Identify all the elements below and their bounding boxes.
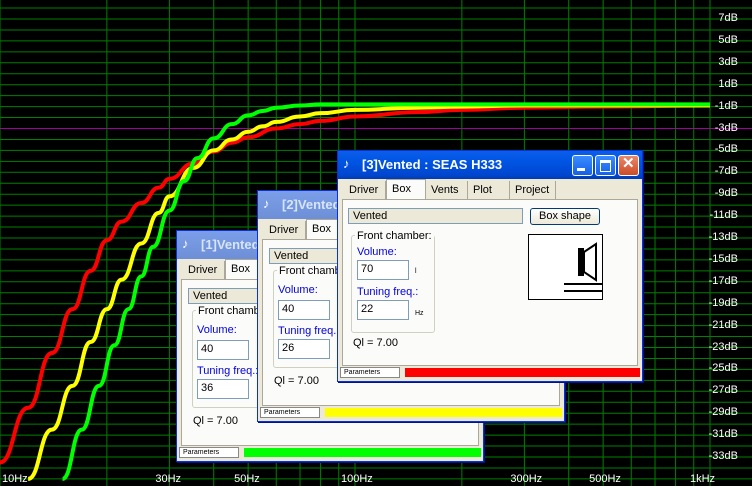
close-button[interactable]: ✕ xyxy=(618,155,639,176)
tab-box[interactable]: Box xyxy=(306,219,340,239)
minimize-button[interactable] xyxy=(572,155,593,176)
ql-value: Ql = 7.00 xyxy=(193,415,238,427)
speaker-icon: ♪ xyxy=(182,236,189,251)
tuning-freq-label: Tuning freq.: xyxy=(357,286,419,298)
y-tick-label: -11dB xyxy=(709,209,738,222)
volume-input[interactable]: 70 xyxy=(357,260,409,280)
window-3-title: [3]Vented : SEAS H333 xyxy=(362,157,503,172)
ql-value: Ql = 7.00 xyxy=(353,337,398,349)
y-tick-label: -23dB xyxy=(708,340,738,353)
speaker-icon: ♪ xyxy=(343,156,350,171)
tab-driver[interactable]: Driver xyxy=(264,221,306,239)
window-3-tabs: Driver Box Vents Plot Project xyxy=(342,179,638,199)
parameters-label: Parameters xyxy=(340,367,400,378)
y-tick-label: -33dB xyxy=(708,450,738,462)
maximize-button[interactable] xyxy=(595,155,616,176)
y-tick-label: -17dB xyxy=(708,274,738,287)
volume-label: Volume: xyxy=(197,324,237,336)
tab-vents[interactable]: Vents xyxy=(426,181,468,199)
x-tick-label: 500Hz xyxy=(589,473,621,485)
y-tick-label: -25dB xyxy=(708,362,738,375)
volume-input[interactable]: 40 xyxy=(197,340,249,360)
window-2-statusbar: Parameters xyxy=(260,407,562,418)
window-3-titlebar[interactable]: ♪ [3]Vented : SEAS H333 ✕ xyxy=(338,151,642,179)
x-tick-label: 10Hz xyxy=(2,473,28,485)
y-tick-label: -15dB xyxy=(708,252,738,265)
x-tick-label: 300Hz xyxy=(510,473,543,485)
volume-label: Volume: xyxy=(278,284,318,296)
window-3-box-panel: Vented Box shape Front chamber: Volume: … xyxy=(342,199,638,366)
y-tick-label: -19dB xyxy=(708,296,738,309)
y-tick-label: -1dB xyxy=(714,99,738,112)
tab-box[interactable]: Box xyxy=(225,259,259,279)
tab-box[interactable]: Box xyxy=(386,179,426,199)
y-tick-label: -31dB xyxy=(708,428,738,441)
volume-input[interactable]: 40 xyxy=(278,300,330,320)
y-tick-label: 5dB xyxy=(718,33,738,46)
tab-plot[interactable]: Plot xyxy=(468,181,510,199)
maximize-icon xyxy=(600,160,611,172)
tuning-freq-input[interactable]: 26 xyxy=(278,339,330,359)
y-tick-label: 7dB xyxy=(718,12,738,24)
front-chamber-label: Front chamber: xyxy=(196,305,262,317)
volume-unit: l xyxy=(415,268,417,275)
curve-color-bar xyxy=(325,408,562,417)
curve-color-bar xyxy=(244,448,481,457)
y-tick-label: -13dB xyxy=(708,231,738,243)
y-tick-label: 1dB xyxy=(718,77,738,90)
tuning-freq-label: Tuning freq.: xyxy=(197,365,259,377)
y-tick-label: -7dB xyxy=(714,165,738,178)
y-tick-label: -5dB xyxy=(714,143,738,156)
enclosure-type-field: Vented xyxy=(348,208,523,224)
y-tick-label: -3dB xyxy=(714,121,738,134)
tab-driver[interactable]: Driver xyxy=(183,261,225,279)
volume-label: Volume: xyxy=(357,246,397,258)
y-tick-label: -21dB xyxy=(708,318,738,331)
window-3-vented[interactable]: ♪ [3]Vented : SEAS H333 ✕ Driver Box Ven… xyxy=(337,150,643,382)
x-tick-label: 100Hz xyxy=(341,473,373,485)
front-chamber-label: Front chamber: xyxy=(355,230,434,242)
parameters-label: Parameters xyxy=(260,407,320,418)
tab-project[interactable]: Project xyxy=(510,181,556,199)
y-tick-label: -29dB xyxy=(708,406,738,419)
x-tick-label: 50Hz xyxy=(234,473,260,485)
close-icon: ✕ xyxy=(622,155,635,172)
window-3-statusbar: Parameters xyxy=(340,367,640,378)
y-tick-label: -9dB xyxy=(714,187,738,200)
minimize-icon xyxy=(577,168,585,171)
tuning-freq-label: Tuning freq.: xyxy=(278,325,340,337)
parameters-label: Parameters xyxy=(179,447,239,458)
tab-driver[interactable]: Driver xyxy=(344,181,386,199)
speaker-icon: ♪ xyxy=(263,196,270,211)
tuning-freq-unit: Hz xyxy=(415,310,424,317)
box-shape-button[interactable]: Box shape xyxy=(530,208,600,225)
y-tick-label: 3dB xyxy=(718,55,738,68)
front-chamber-label: Front chamber: xyxy=(277,265,343,277)
ql-value: Ql = 7.00 xyxy=(274,375,319,387)
box-shape-diagram xyxy=(528,234,603,300)
x-tick-label: 30Hz xyxy=(155,473,182,485)
tuning-freq-input[interactable]: 22 xyxy=(357,300,409,320)
window-1-statusbar: Parameters xyxy=(179,447,481,458)
curve-color-bar xyxy=(405,368,640,377)
tuning-freq-input[interactable]: 36 xyxy=(197,379,249,399)
x-tick-label: 1kHz xyxy=(690,473,716,485)
y-tick-label: -27dB xyxy=(708,384,738,397)
